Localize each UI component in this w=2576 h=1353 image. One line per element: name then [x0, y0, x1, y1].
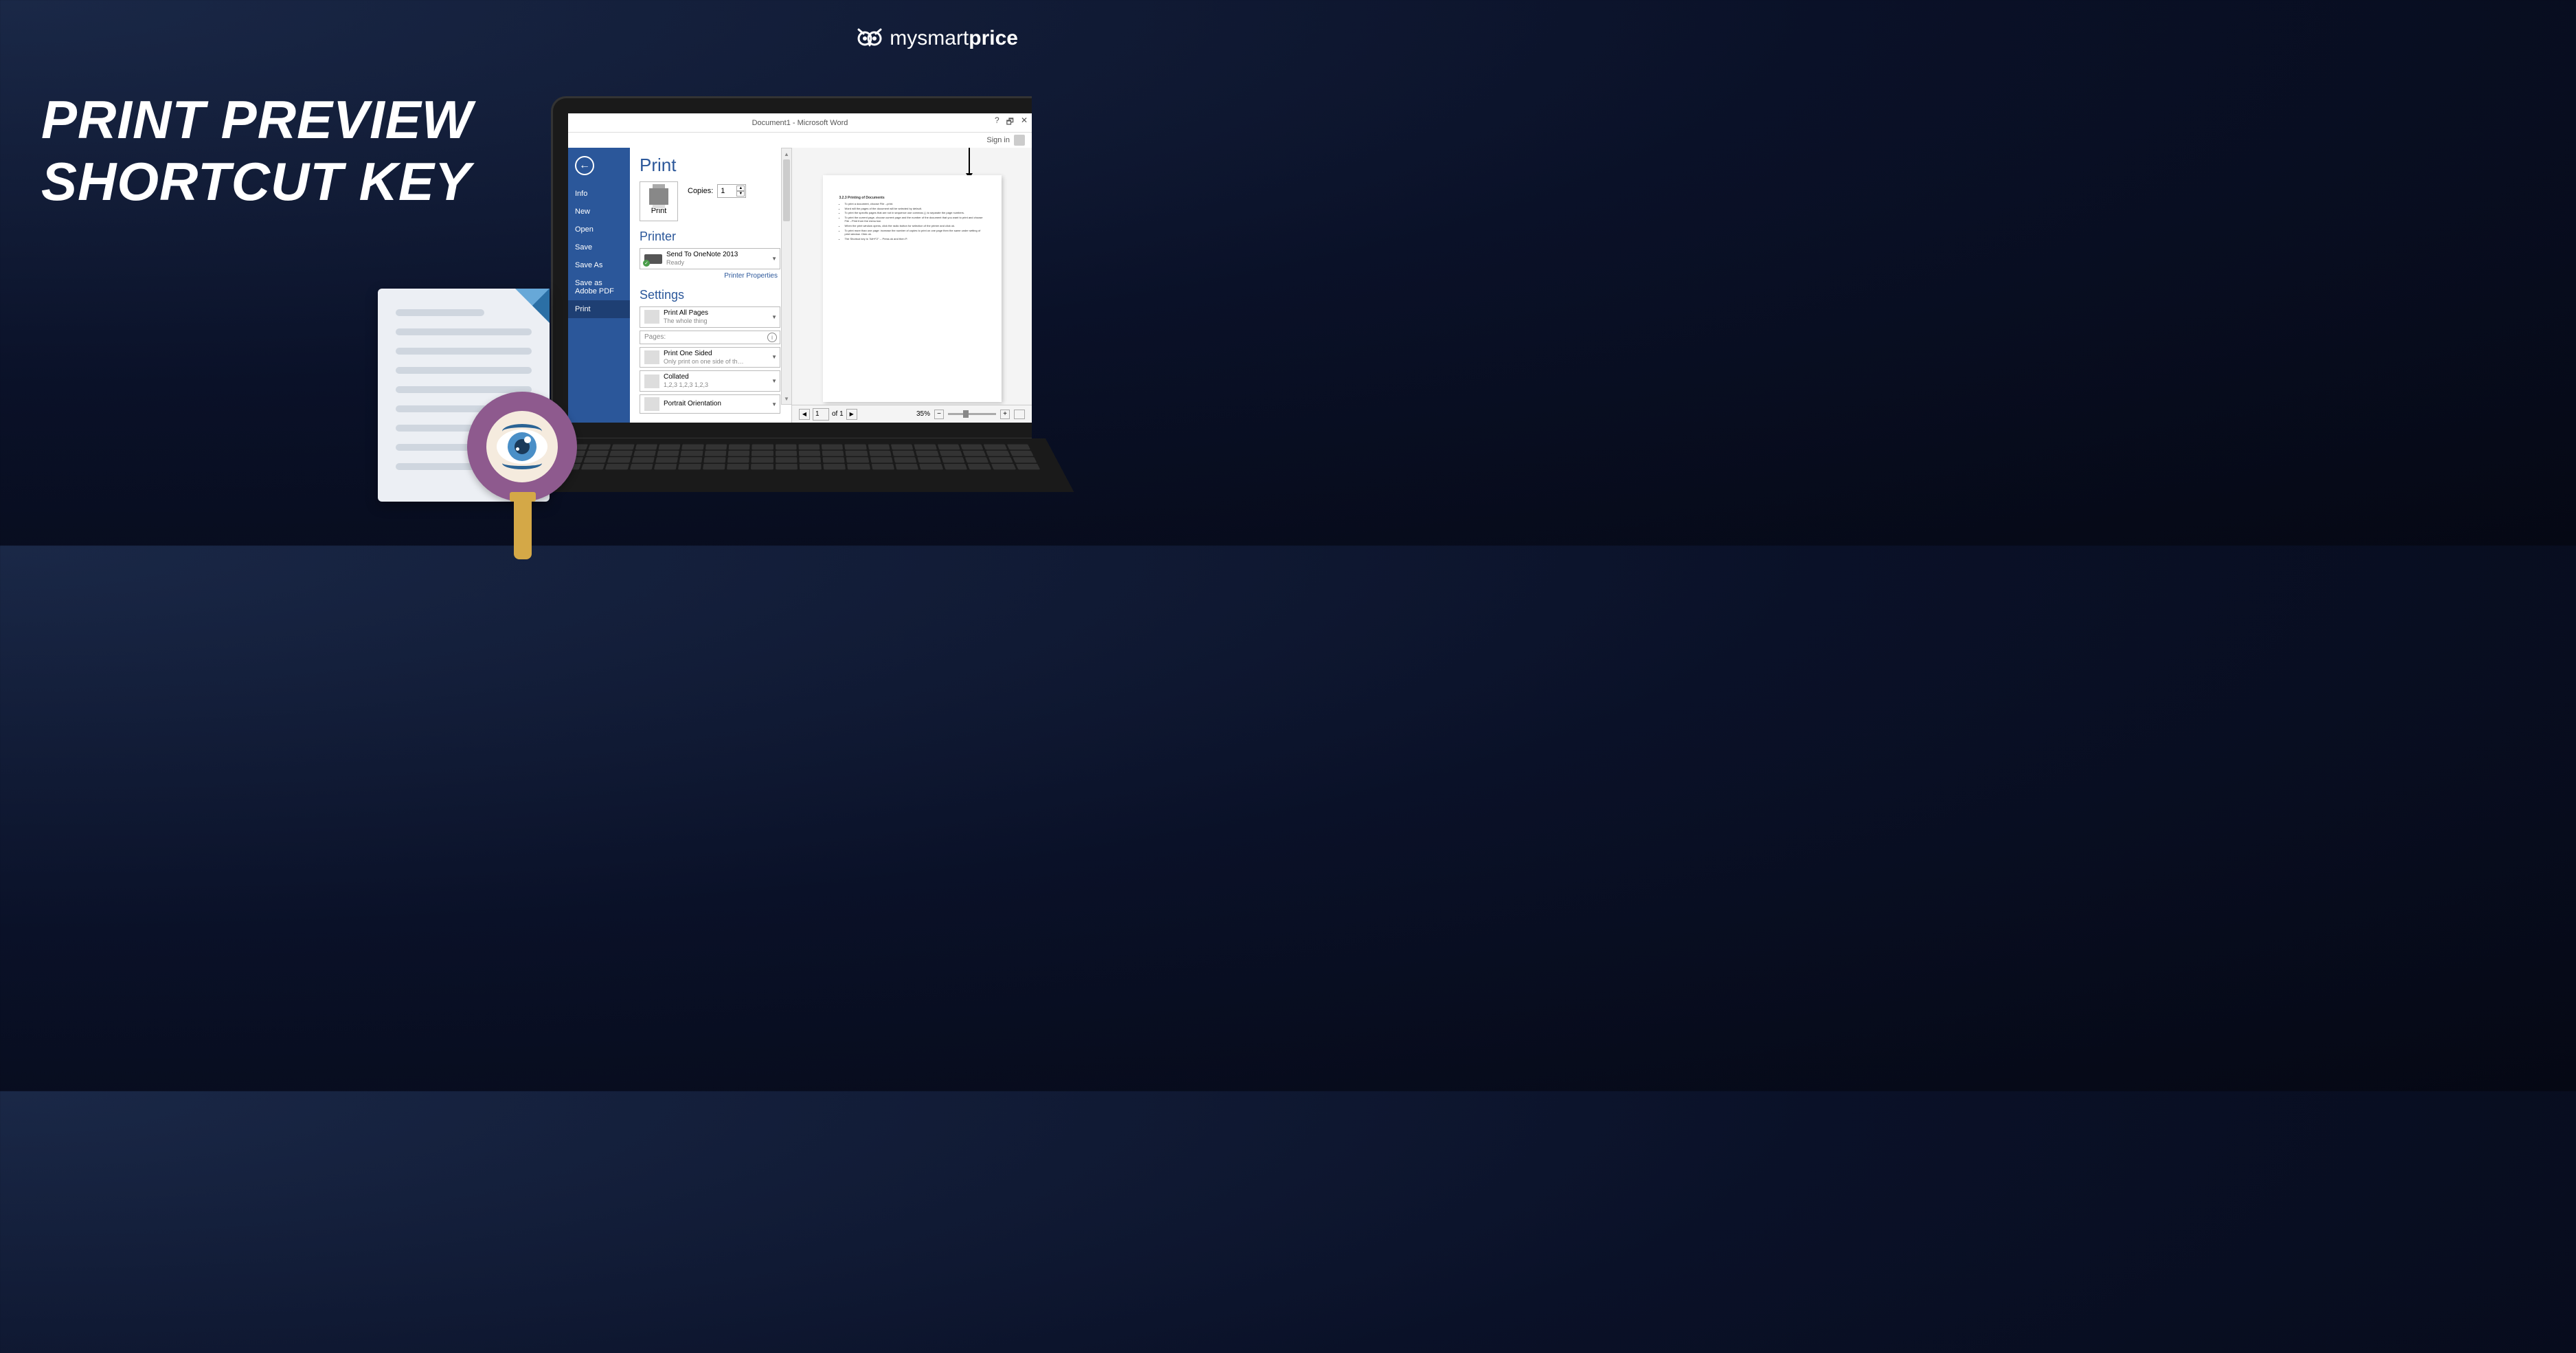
- prev-page-button[interactable]: ◀: [799, 409, 810, 420]
- copies-spinner[interactable]: ▲▼: [736, 186, 745, 197]
- avatar-icon[interactable]: [1014, 135, 1025, 146]
- zoom-fit-button[interactable]: [1014, 410, 1025, 419]
- printer-section-heading: Printer: [640, 230, 676, 244]
- word-window: Document1 - Microsoft Word ? 🗗 ✕ Sign in…: [568, 113, 1032, 423]
- owl-icon: [855, 24, 884, 53]
- nav-info[interactable]: Info: [568, 185, 630, 203]
- scroll-thumb[interactable]: [783, 159, 790, 221]
- scroll-up-icon[interactable]: ▲: [782, 148, 791, 159]
- sign-in-link[interactable]: Sign in: [986, 136, 1010, 144]
- printer-selector[interactable]: ✓ Send To OneNote 2013 Ready ▼: [640, 248, 780, 269]
- page-fold-icon: [515, 289, 550, 323]
- document-illustration: [378, 289, 570, 522]
- next-page-button[interactable]: ▶: [846, 409, 857, 420]
- pages-info-icon[interactable]: i: [767, 333, 777, 342]
- print-pane: Print Print Copies: 1 ▲▼: [630, 148, 1032, 423]
- backstage-nav: ← Info New Open Save Save As Save as Ado…: [568, 148, 630, 423]
- laptop-screen: Document1 - Microsoft Word ? 🗗 ✕ Sign in…: [551, 96, 1032, 440]
- page-number-input[interactable]: 1: [813, 408, 829, 421]
- document-title: Document1 - Microsoft Word: [752, 119, 848, 127]
- portrait-icon: [644, 397, 659, 411]
- nav-new[interactable]: New: [568, 203, 630, 221]
- magnifier-handle: [514, 497, 532, 559]
- settings-section-heading: Settings: [640, 288, 684, 302]
- chevron-down-icon: ▼: [771, 401, 777, 407]
- preview-page: 3.2.3 Printing of Documents To print a d…: [823, 175, 1002, 402]
- hero-title: PRINT PREVIEW SHORTCUT KEY: [41, 89, 473, 212]
- hero-line2: SHORTCUT KEY: [41, 151, 471, 212]
- nav-save[interactable]: Save: [568, 238, 630, 256]
- print-button[interactable]: Print: [640, 181, 678, 221]
- window-titlebar: Document1 - Microsoft Word ? 🗗 ✕: [568, 113, 1032, 133]
- zoom-in-button[interactable]: +: [1000, 410, 1010, 419]
- page-total: of 1: [832, 410, 844, 418]
- restore-button[interactable]: 🗗: [1006, 115, 1014, 130]
- one-sided-icon: [644, 350, 659, 364]
- pages-icon: [644, 310, 659, 324]
- printer-device-icon: ✓: [644, 251, 662, 265]
- preview-footer: ◀ 1 of 1 ▶ 35% − +: [792, 405, 1032, 423]
- chevron-down-icon: ▼: [771, 256, 777, 262]
- callout-arrow-icon: [969, 148, 970, 178]
- nav-open[interactable]: Open: [568, 221, 630, 238]
- zoom-slider[interactable]: [948, 413, 996, 415]
- nav-print[interactable]: Print: [568, 300, 630, 318]
- help-button[interactable]: ?: [995, 115, 999, 130]
- chevron-down-icon: ▼: [771, 314, 777, 320]
- copies-label: Copies:: [688, 187, 713, 195]
- copies-input[interactable]: 1 ▲▼: [717, 184, 746, 198]
- brand-logo: mysmartprice: [855, 24, 1018, 53]
- chevron-down-icon: ▼: [771, 354, 777, 360]
- preview-doc-list: To print a document, choose File→print. …: [839, 202, 985, 241]
- printer-icon: [649, 188, 668, 205]
- eye-icon: [497, 421, 547, 472]
- brand-text: mysmartprice: [890, 27, 1018, 50]
- chevron-down-icon: ▼: [771, 378, 777, 384]
- close-button[interactable]: ✕: [1021, 115, 1028, 130]
- magnifier-icon: [467, 392, 598, 522]
- back-button[interactable]: ←: [575, 156, 594, 175]
- collated-icon: [644, 374, 659, 388]
- zoom-percent: 35%: [916, 410, 930, 418]
- printer-properties-link[interactable]: Printer Properties: [640, 272, 780, 280]
- sides-selector[interactable]: Print One Sided Only print on one side o…: [640, 347, 780, 368]
- orientation-selector[interactable]: Portrait Orientation ▼: [640, 394, 780, 414]
- collation-selector[interactable]: Collated 1,2,3 1,2,3 1,2,3 ▼: [640, 370, 780, 392]
- zoom-out-button[interactable]: −: [934, 410, 944, 419]
- pages-input[interactable]: Pages: i: [640, 331, 780, 344]
- print-range-selector[interactable]: Print All Pages The whole thing ▼: [640, 306, 780, 328]
- nav-save-as[interactable]: Save As: [568, 256, 630, 274]
- preview-doc-heading: 3.2.3 Printing of Documents: [839, 196, 985, 200]
- nav-save-adobe[interactable]: Save as Adobe PDF: [568, 274, 630, 300]
- hero-line1: PRINT PREVIEW: [41, 89, 473, 150]
- preview-scrollbar[interactable]: ▲ ▼: [781, 148, 792, 405]
- print-preview-area: ▲ ▼ Print preview 3.2.3 Printing of Docu…: [791, 148, 1032, 423]
- signin-row: Sign in: [568, 133, 1032, 148]
- scroll-down-icon[interactable]: ▼: [782, 393, 791, 404]
